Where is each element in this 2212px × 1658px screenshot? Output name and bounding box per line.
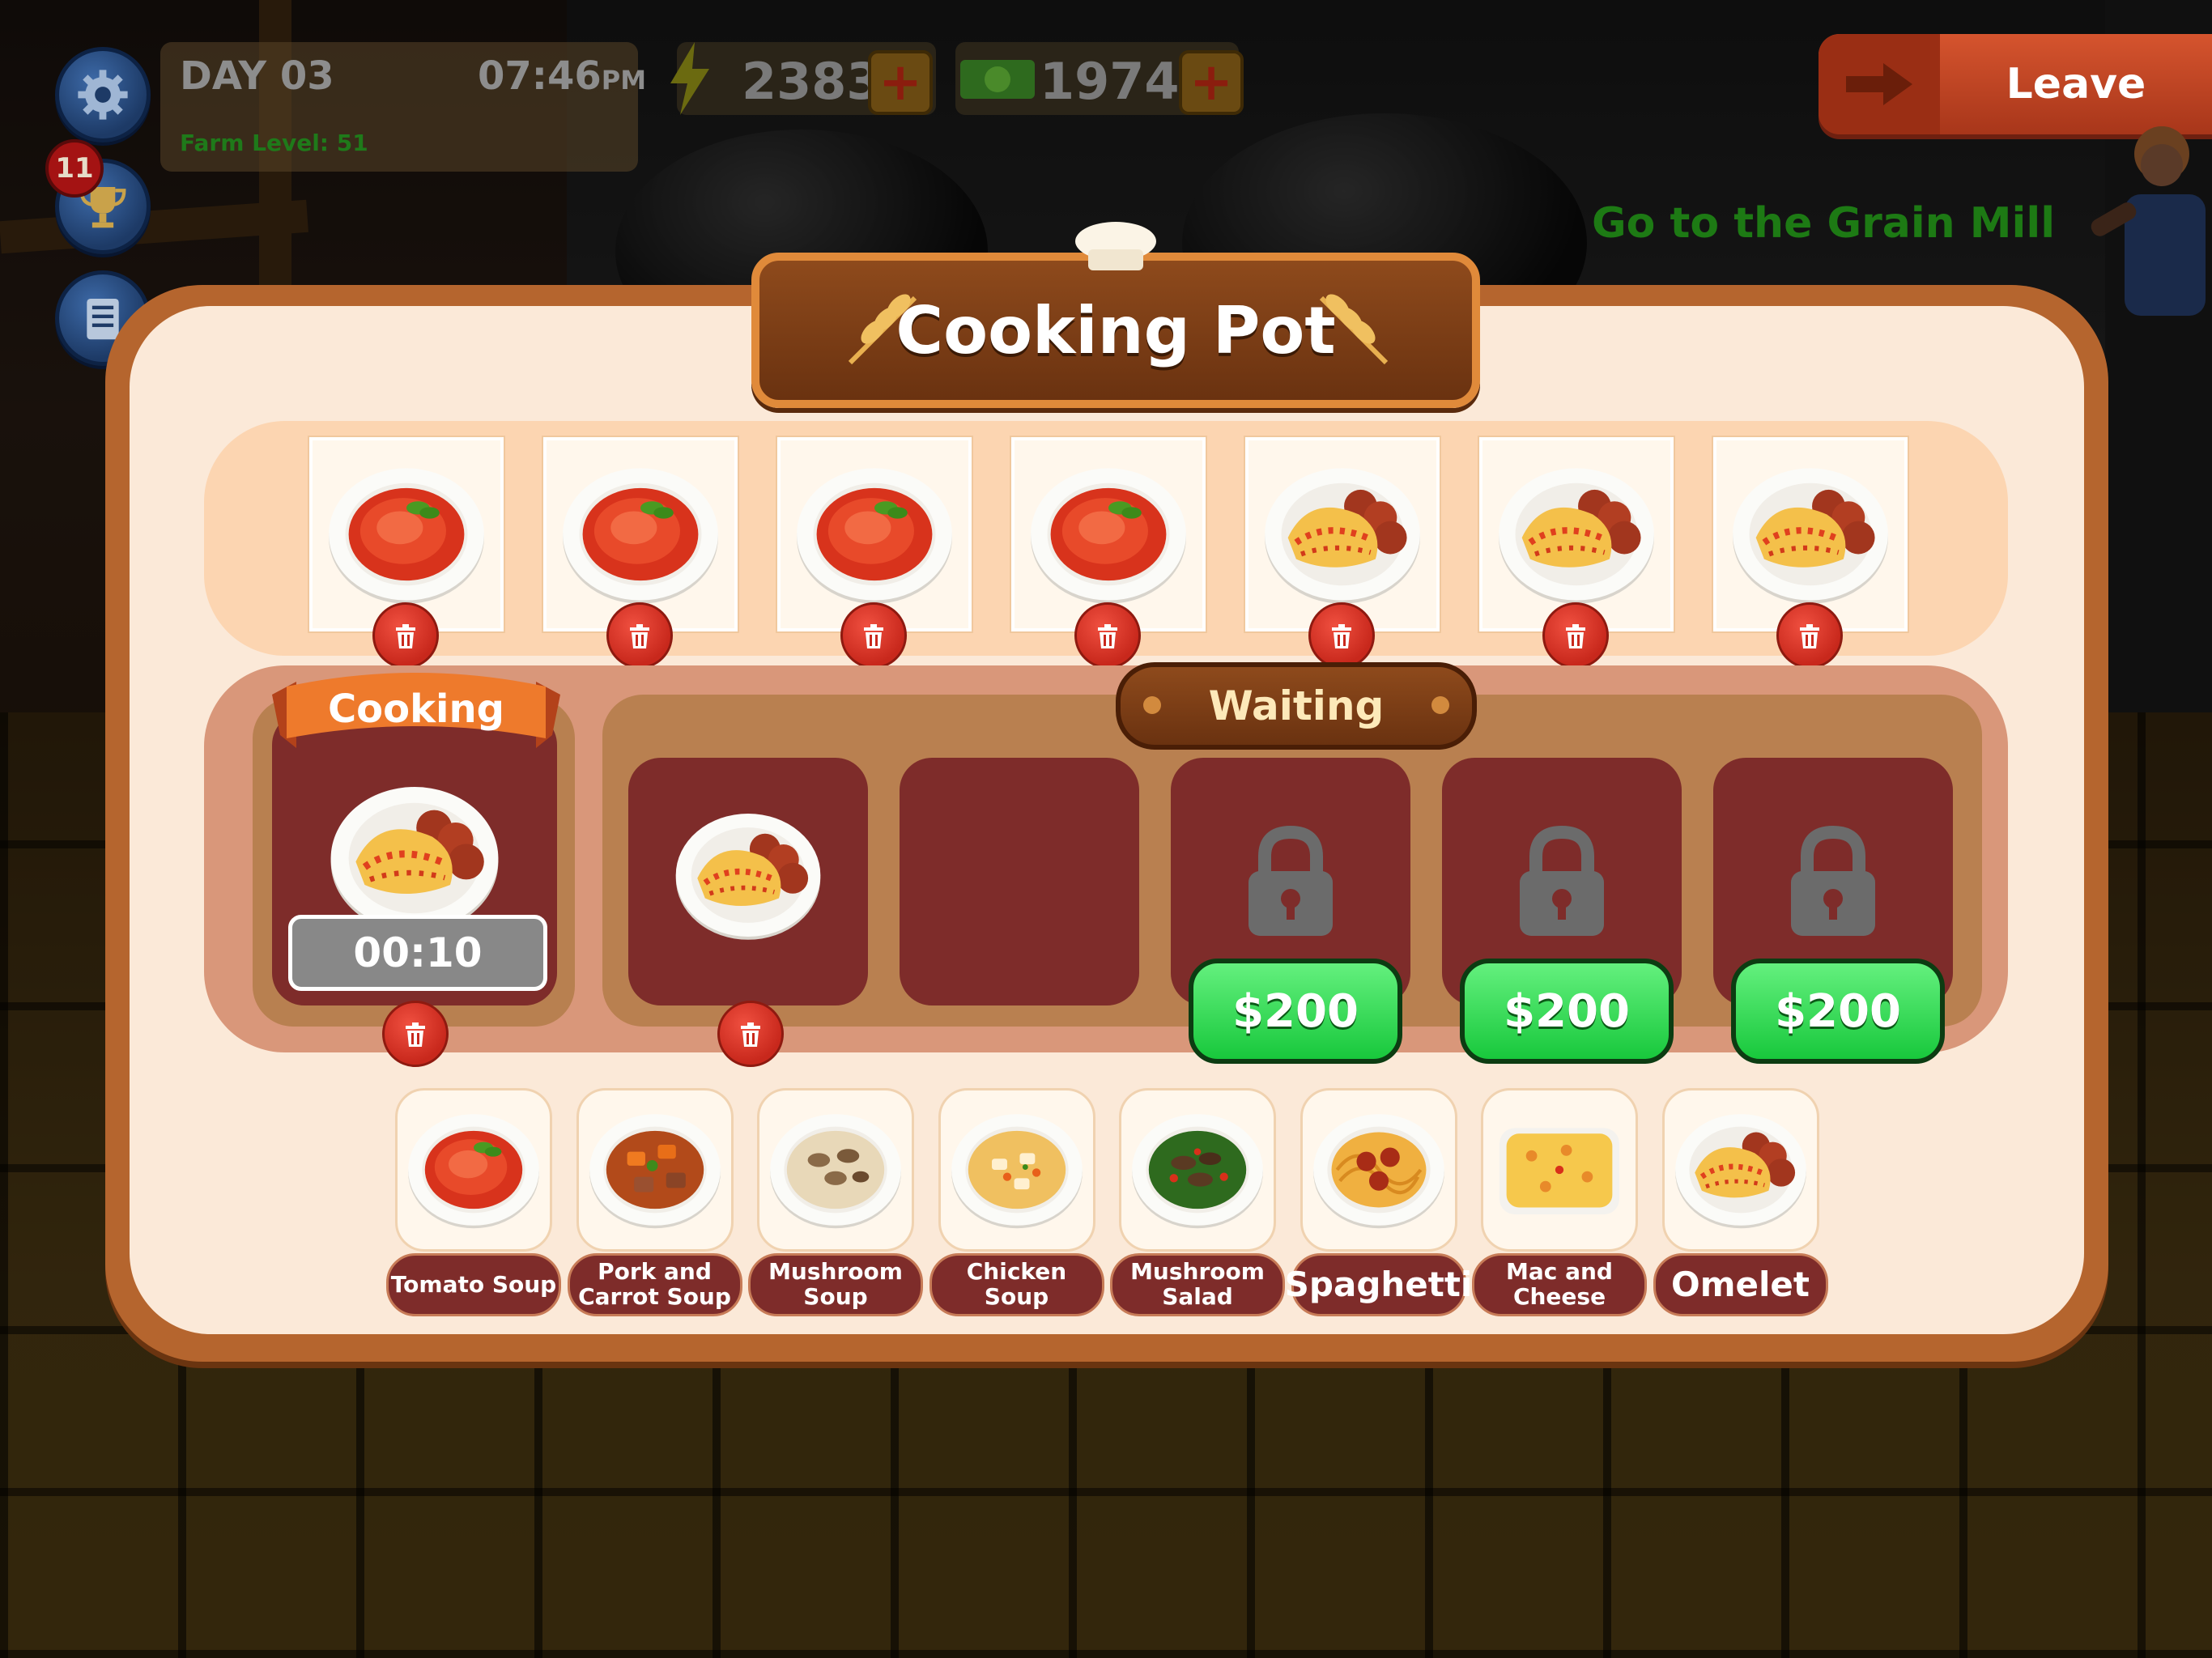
- omelet-icon: [1728, 452, 1893, 617]
- farm-level-label: Farm Level: 51: [180, 130, 368, 156]
- day-label: DAY 03: [180, 53, 334, 99]
- recipe-label: Mushroom Salad: [1110, 1253, 1285, 1316]
- recipe-label: Spaghetti: [1285, 1253, 1472, 1316]
- tomato-soup-icon: [558, 452, 723, 617]
- discard-dish-button[interactable]: [1776, 602, 1843, 669]
- recipe-mushroom-salad[interactable]: [1119, 1088, 1276, 1252]
- discard-dish-button[interactable]: [372, 602, 439, 669]
- trash-icon: [1332, 624, 1351, 648]
- unlock-slot-button[interactable]: $200: [1189, 959, 1402, 1064]
- recipe-pork-carrot-soup[interactable]: [576, 1088, 734, 1252]
- mushroom-soup-icon: [766, 1100, 905, 1239]
- remove-waiting-button[interactable]: [717, 1001, 784, 1067]
- leave-button[interactable]: Leave: [1819, 34, 2212, 134]
- trash-icon: [396, 624, 415, 648]
- lock-icon: [1791, 825, 1875, 936]
- recipe-label: Chicken Soup: [929, 1253, 1104, 1316]
- trash-icon: [864, 624, 883, 648]
- discard-dish-button[interactable]: [606, 602, 673, 669]
- notification-badge: 11: [45, 139, 104, 198]
- recipe-mushroom-soup[interactable]: [757, 1088, 914, 1252]
- tomato-soup-icon: [324, 452, 489, 617]
- settings-button[interactable]: [55, 47, 151, 142]
- add-energy-button[interactable]: +: [868, 50, 933, 115]
- unlock-slot-button[interactable]: $200: [1731, 959, 1945, 1064]
- energy-value: 2383: [742, 52, 882, 111]
- clock-time: 07:46: [478, 53, 602, 99]
- omelet-icon: [1260, 452, 1425, 617]
- trash-icon: [1098, 624, 1117, 648]
- recipe-chicken-soup[interactable]: [938, 1088, 1095, 1252]
- lock-icon: [1520, 825, 1604, 936]
- waiting-slot-filled[interactable]: [628, 758, 868, 1005]
- chicken-soup-icon: [947, 1100, 1087, 1239]
- recipe-label: Pork and Carrot Soup: [567, 1253, 742, 1316]
- arrow-right-icon: [1819, 34, 1940, 134]
- clock-suffix: PM: [601, 65, 647, 96]
- recipe-label: Mac and Cheese: [1472, 1253, 1647, 1316]
- cooking-ribbon: [272, 673, 560, 748]
- lock-icon: [1249, 825, 1333, 936]
- wheat-icon: [848, 294, 917, 365]
- unlock-slot-button[interactable]: $200: [1460, 959, 1674, 1064]
- discard-dish-button[interactable]: [1074, 602, 1141, 669]
- recipe-omelet[interactable]: [1661, 1088, 1819, 1252]
- tomato-soup-icon: [1026, 452, 1191, 617]
- omelet-icon: [661, 798, 836, 952]
- recipe-spaghetti[interactable]: [1300, 1088, 1457, 1252]
- tomato-soup-icon: [404, 1100, 543, 1239]
- recipe-tomato-soup[interactable]: [395, 1088, 552, 1252]
- trash-icon: [741, 1022, 760, 1047]
- recipe-label: Mushroom Soup: [748, 1253, 923, 1316]
- clock-label: 07:46PM: [478, 53, 646, 99]
- waiting-slot-empty[interactable]: [900, 758, 1139, 1005]
- remove-cooking-button[interactable]: [382, 1001, 449, 1067]
- spaghetti-icon: [1309, 1100, 1448, 1239]
- recipe-label: Tomato Soup: [386, 1253, 561, 1316]
- trash-icon: [406, 1022, 425, 1047]
- waiting-header: Waiting: [1116, 662, 1477, 750]
- omelet-icon: [1494, 452, 1659, 617]
- recipe-mac-and-cheese[interactable]: [1481, 1088, 1638, 1252]
- lightning-icon: [670, 42, 709, 115]
- omelet-icon: [1671, 1100, 1810, 1239]
- trash-icon: [630, 624, 649, 648]
- mushroom-salad-icon: [1128, 1100, 1267, 1239]
- gear-icon: [78, 70, 128, 120]
- tomato-soup-icon: [792, 452, 957, 617]
- wheat-icon: [1319, 294, 1389, 365]
- farmer-npc: [2091, 126, 2206, 316]
- discard-dish-button[interactable]: [840, 602, 907, 669]
- mac-and-cheese-icon: [1490, 1100, 1629, 1239]
- recipe-label: Omelet: [1653, 1253, 1828, 1316]
- cooking-timer: 00:10: [288, 915, 547, 991]
- trash-icon: [1566, 624, 1585, 648]
- leave-label: Leave: [2006, 60, 2146, 108]
- add-money-button[interactable]: +: [1179, 50, 1244, 115]
- trash-icon: [1800, 624, 1819, 648]
- quest-hint: Go to the Grain Mill: [1592, 199, 2056, 248]
- chef-hat-icon: [1075, 222, 1156, 270]
- discard-dish-button[interactable]: [1542, 602, 1609, 669]
- waiting-label: Waiting: [1208, 682, 1385, 729]
- discard-dish-button[interactable]: [1308, 602, 1375, 669]
- cash-icon: [960, 60, 1035, 99]
- pork-carrot-soup-icon: [585, 1100, 725, 1239]
